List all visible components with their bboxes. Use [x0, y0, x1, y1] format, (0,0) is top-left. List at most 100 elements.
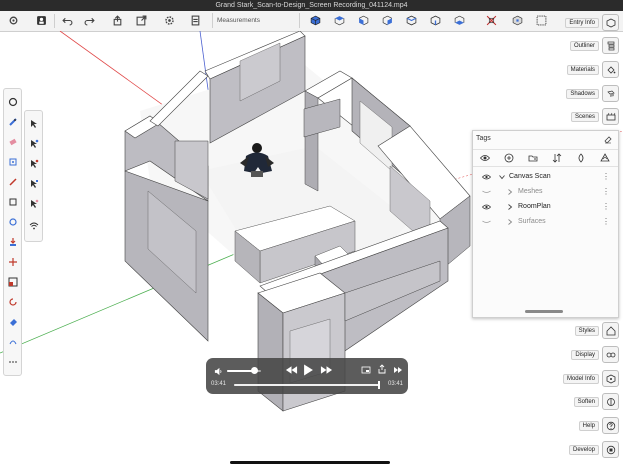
rotate-tool-icon[interactable]	[6, 295, 19, 308]
eye-icon[interactable]	[480, 153, 490, 163]
share-icon[interactable]	[134, 13, 149, 28]
user-icon[interactable]	[34, 13, 49, 28]
measurements-box[interactable]: Measurements	[212, 13, 300, 28]
help-icon	[602, 417, 619, 434]
window-title: Grand Stark_Scan-to-Design_Screen Record…	[0, 0, 623, 11]
develop-icon	[602, 441, 619, 458]
fast-forward-icon[interactable]	[319, 364, 333, 376]
tape-tool-icon[interactable]	[6, 155, 19, 168]
perspective-icon[interactable]	[484, 13, 499, 28]
model-info-icon	[602, 370, 619, 387]
select-cursor-icon[interactable]	[27, 117, 40, 130]
move-tool-icon[interactable]	[6, 255, 19, 268]
sort-icon[interactable]	[552, 153, 562, 163]
room-model	[124, 30, 471, 412]
tag-row[interactable]: RoomPlan ⋮	[473, 200, 618, 214]
more-options-icon[interactable]: ⋮	[602, 185, 610, 199]
xray-icon[interactable]	[534, 13, 549, 28]
color-by-tag-icon[interactable]	[576, 153, 586, 163]
chevron-down-icon[interactable]	[499, 174, 505, 180]
tags-panel-title: Tags	[476, 135, 491, 142]
chevron-right-icon[interactable]	[507, 204, 513, 210]
scale-tool-icon[interactable]	[6, 275, 19, 288]
select-tool-icon[interactable]	[6, 95, 19, 108]
undo-icon[interactable]	[60, 13, 75, 28]
speaker-icon[interactable]	[213, 366, 223, 376]
outliner-button[interactable]: Outliner	[569, 37, 619, 54]
help-label: Help	[578, 420, 599, 431]
gear-icon[interactable]	[6, 13, 21, 28]
eraser-tool-icon[interactable]	[6, 135, 19, 148]
entry-info-button[interactable]: Entry Info	[565, 14, 619, 31]
side-view-icon[interactable]	[380, 13, 395, 28]
hidden-eye-icon[interactable]	[482, 218, 491, 226]
push-pull-tool-icon[interactable]	[6, 235, 19, 248]
paint-bucket-icon	[602, 61, 619, 78]
volume-slider-knob[interactable]	[250, 367, 258, 374]
paint-tool-icon[interactable]	[6, 315, 19, 328]
select-add-icon[interactable]	[27, 137, 40, 150]
visible-eye-icon[interactable]	[482, 203, 491, 211]
display-button[interactable]: Display	[571, 346, 619, 363]
total-time: 03:41	[387, 381, 403, 387]
model-info-label: Model Info	[562, 373, 599, 384]
settings-icon[interactable]	[162, 13, 177, 28]
share-video-icon[interactable]	[376, 363, 388, 375]
progress-scrubber[interactable]	[378, 381, 380, 389]
panel-grabber[interactable]	[525, 310, 563, 313]
home-indicator	[230, 461, 390, 464]
purge-icon[interactable]	[600, 153, 610, 163]
tag-eraser-icon[interactable]	[603, 134, 613, 144]
styles-button[interactable]: Styles	[574, 322, 619, 339]
redo-icon[interactable]	[82, 13, 97, 28]
back-view-icon[interactable]	[428, 13, 443, 28]
front-view-icon[interactable]	[356, 13, 371, 28]
play-icon[interactable]	[301, 362, 315, 378]
hidden-eye-icon[interactable]	[482, 188, 491, 196]
add-folder-icon[interactable]	[528, 153, 538, 163]
pip-icon[interactable]	[360, 364, 372, 376]
scenes-label: Scenes	[570, 111, 599, 122]
wifi-icon[interactable]	[27, 219, 40, 232]
top-view-icon[interactable]	[332, 13, 347, 28]
more-tools-icon[interactable]	[6, 355, 19, 368]
orbit-tool-icon[interactable]	[6, 335, 19, 348]
soften-button[interactable]: Soften	[573, 393, 619, 410]
help-button[interactable]: Help	[578, 417, 619, 434]
tag-row[interactable]: Meshes ⋮	[473, 185, 618, 199]
model-info-button[interactable]: Model Info	[562, 370, 619, 387]
tag-name: Meshes	[518, 188, 543, 195]
develop-button[interactable]: Develop	[568, 441, 619, 458]
rectangle-tool-icon[interactable]	[6, 195, 19, 208]
scenes-button[interactable]: Scenes	[570, 108, 619, 125]
add-tag-icon[interactable]	[504, 153, 514, 163]
chevron-right-icon[interactable]	[507, 219, 513, 225]
materials-button[interactable]: Materials	[566, 61, 619, 78]
select-subtract-icon[interactable]	[27, 157, 40, 170]
visible-eye-icon[interactable]	[482, 173, 491, 181]
current-time: 03:41	[211, 381, 227, 387]
iso-view-icon[interactable]	[404, 13, 419, 28]
section-icon[interactable]	[510, 13, 525, 28]
rewind-icon[interactable]	[284, 364, 298, 376]
skip-forward-icon[interactable]	[392, 364, 404, 376]
progress-fill	[234, 384, 380, 386]
cube-view-icon[interactable]	[308, 13, 323, 28]
document-icon[interactable]	[188, 13, 203, 28]
chevron-right-icon[interactable]	[507, 189, 513, 195]
left-toolbar-primary	[3, 88, 22, 376]
line-tool-icon[interactable]	[6, 175, 19, 188]
bottom-view-icon[interactable]	[452, 13, 467, 28]
pencil-tool-icon[interactable]	[6, 115, 19, 128]
shadows-button[interactable]: Shadows	[566, 85, 619, 102]
more-options-icon[interactable]: ⋮	[602, 215, 610, 229]
select-toggle-icon[interactable]	[27, 177, 40, 190]
tag-name: Surfaces	[518, 218, 546, 225]
export-icon[interactable]	[110, 13, 125, 28]
tag-row[interactable]: Surfaces ⋮	[473, 215, 618, 229]
more-options-icon[interactable]: ⋮	[602, 170, 610, 184]
circle-tool-icon[interactable]	[6, 215, 19, 228]
select-window-icon[interactable]	[27, 197, 40, 210]
more-options-icon[interactable]: ⋮	[602, 200, 610, 214]
tag-row[interactable]: Canvas Scan ⋮	[473, 170, 618, 184]
